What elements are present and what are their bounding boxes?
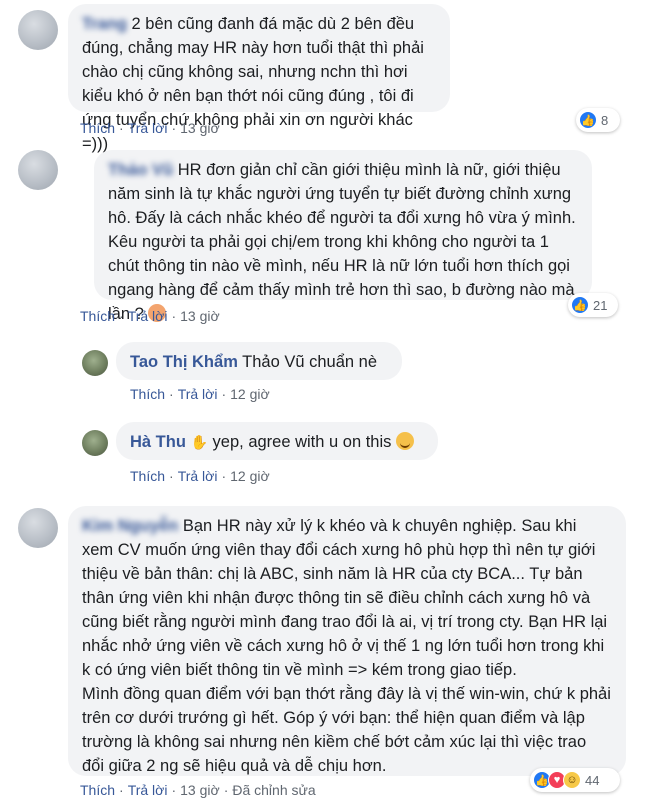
reply-bubble: Hà Thu ✋ yep, agree with u on this: [116, 422, 438, 460]
like-button[interactable]: Thích: [80, 120, 115, 136]
reply-button[interactable]: Trả lời: [128, 782, 168, 798]
reaction-count: 44: [585, 772, 600, 788]
edited-label[interactable]: Đã chỉnh sửa: [232, 782, 315, 798]
comment-author[interactable]: Kim Nguyễn: [82, 517, 178, 535]
reply-button[interactable]: Trả lời: [128, 308, 168, 324]
comment-bubble: Kim Nguyễn Bạn HR này xử lý k khéo và k …: [68, 506, 626, 776]
timestamp[interactable]: 13 giờ: [180, 120, 220, 136]
haha-reaction-icon: ☺: [563, 771, 581, 789]
comment-text: HR đơn giản chỉ cần giới thiệu mình là n…: [108, 161, 576, 323]
smile-emoji-icon: [396, 432, 414, 450]
like-button[interactable]: Thích: [130, 386, 165, 402]
comment-actions: Thích · Trả lời · 12 giờ: [130, 386, 270, 402]
reaction-count: 8: [601, 112, 609, 128]
comment-actions: Thích · Trả lời · 13 giờ · Đã chỉnh sửa: [80, 782, 316, 798]
comment-text: Bạn HR này xử lý k khéo và k chuyên nghi…: [82, 517, 611, 775]
reply-button[interactable]: Trả lời: [178, 468, 218, 484]
reply-bubble: Tao Thị Khẩm Thảo Vũ chuẩn nè: [116, 342, 402, 380]
comment-author[interactable]: Hà Thu: [130, 433, 186, 451]
comment-author[interactable]: Tao Thị Khẩm: [130, 353, 238, 371]
timestamp[interactable]: 13 giờ: [180, 308, 220, 324]
timestamp[interactable]: 12 giờ: [230, 386, 270, 402]
waving-hand-icon: ✋: [190, 434, 208, 450]
comment-actions: Thích · Trả lời · 13 giờ: [80, 120, 220, 136]
reaction-summary[interactable]: 👍 ♥ ☺ 44: [530, 768, 620, 792]
comment-author[interactable]: Trang: [82, 15, 127, 33]
comment-actions: Thích · Trả lời · 13 giờ: [80, 308, 220, 324]
comment-text: yep, agree with u on this: [212, 433, 392, 451]
reaction-summary[interactable]: 👍 8: [576, 108, 620, 132]
avatar[interactable]: [82, 430, 108, 456]
comment-author[interactable]: Thảo Vũ: [108, 161, 173, 179]
comment-bubble: Trang 2 bên cũng đanh đá mặc dù 2 bên đề…: [68, 4, 450, 153]
avatar[interactable]: [82, 350, 108, 376]
comment-text: Thảo Vũ chuẩn nè: [242, 353, 378, 371]
timestamp[interactable]: 12 giờ: [230, 468, 270, 484]
like-button[interactable]: Thích: [80, 308, 115, 324]
avatar[interactable]: [18, 10, 58, 50]
reaction-count: 21: [593, 297, 608, 313]
avatar[interactable]: [18, 150, 58, 190]
like-button[interactable]: Thích: [130, 468, 165, 484]
avatar[interactable]: [18, 508, 58, 548]
like-reaction-icon: 👍: [571, 296, 589, 314]
reply-button[interactable]: Trả lời: [128, 120, 168, 136]
reaction-summary[interactable]: 👍 21: [568, 293, 618, 317]
timestamp[interactable]: 13 giờ: [180, 782, 220, 798]
reply-button[interactable]: Trả lời: [178, 386, 218, 402]
comment-actions: Thích · Trả lời · 12 giờ: [130, 468, 270, 484]
comment-bubble: Thảo Vũ HR đơn giản chỉ cần giới thiệu m…: [94, 150, 592, 323]
like-button[interactable]: Thích: [80, 782, 115, 798]
like-reaction-icon: 👍: [579, 111, 597, 129]
